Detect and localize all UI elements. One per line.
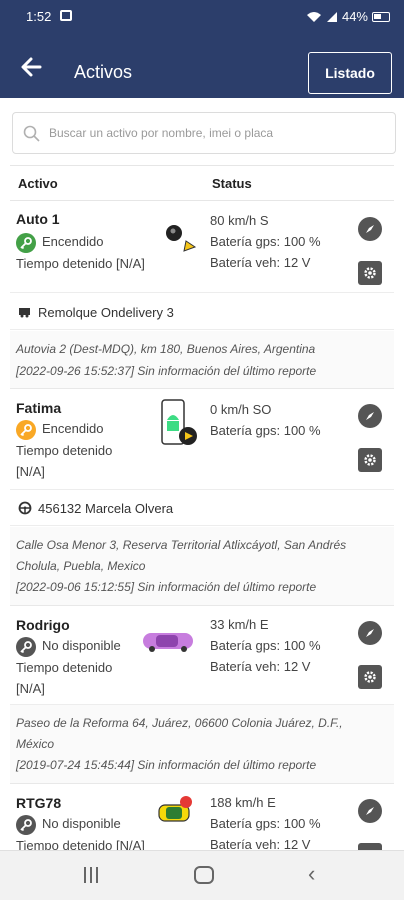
settings-gear-icon[interactable] <box>358 843 382 850</box>
camera-device-icon <box>166 225 197 252</box>
address-line2: Cholula, Puebla, Mexico <box>16 559 146 573</box>
asset-row[interactable]: Fatima Encendido Tiempo detenido [N/A] 0… <box>10 390 394 490</box>
asset-name: Rodrigo <box>16 617 70 633</box>
veh-battery: Batería veh: 12 V <box>210 659 311 674</box>
steering-wheel-icon <box>18 501 32 515</box>
app-bar: Activos Listado <box>0 34 404 98</box>
asset-speed: 188 km/h E <box>210 795 276 810</box>
stopped-time: Tiempo detenido <box>16 443 113 458</box>
driver-info: 456132 Marcela Olvera <box>10 490 394 526</box>
stopped-value: [N/A] <box>16 464 45 479</box>
gps-battery: Batería gps: 100 % <box>210 638 321 653</box>
address-block: Paseo de la Reforma 64, Juárez, 06600 Co… <box>10 705 394 784</box>
address-line1: Paseo de la Reforma 64, Juárez, 06600 Co… <box>16 716 343 730</box>
search-input[interactable]: Buscar un activo por nombre, imei o plac… <box>12 112 396 154</box>
asset-name: RTG78 <box>16 795 62 811</box>
report-text: [2022-09-06 15:12:55] Sin información de… <box>16 580 317 594</box>
status-bar: 1:52 44% <box>0 0 404 34</box>
compass-icon[interactable] <box>358 404 382 428</box>
settings-gear-icon[interactable] <box>358 448 382 472</box>
trailer-info: Remolque Ondelivery 3 <box>10 294 394 330</box>
stopped-time: Tiempo detenido <box>16 660 113 675</box>
key-icon <box>16 420 36 440</box>
android-device-icon <box>161 399 197 445</box>
page-title: Activos <box>74 62 133 82</box>
wifi-icon <box>306 11 321 22</box>
car-icon <box>143 633 193 652</box>
search-icon <box>23 125 40 142</box>
gps-battery: Batería gps: 100 % <box>210 423 321 438</box>
home-icon[interactable] <box>194 866 214 884</box>
gps-battery: Batería gps: 100 % <box>210 234 321 249</box>
address-text: Autovia 2 (Dest-MDQ), km 180, Buenos Air… <box>16 342 316 356</box>
listado-button[interactable]: Listado <box>308 52 392 94</box>
asset-speed: 80 km/h S <box>210 213 269 228</box>
asset-row[interactable]: Rodrigo No disponible Tiempo detenido [N… <box>10 607 394 705</box>
trailer-icon <box>19 308 30 318</box>
address-line2: México <box>16 737 55 751</box>
compass-icon[interactable] <box>358 217 382 241</box>
stopped-time: Tiempo detenido [N/A] <box>16 256 145 271</box>
report-text: [2022-09-26 15:52:37] Sin información de… <box>16 364 317 378</box>
veh-battery: Batería veh: 12 V <box>210 255 311 270</box>
asset-name: Fatima <box>16 400 62 416</box>
report-text: [2019-07-24 15:45:44] Sin información de… <box>16 758 317 772</box>
col-activo: Activo <box>18 176 58 191</box>
asset-speed: 33 km/h E <box>210 617 269 632</box>
signal-icon <box>326 11 337 22</box>
address-line1: Calle Osa Menor 3, Reserva Territorial A… <box>16 538 347 552</box>
asset-row[interactable]: Auto 1 Encendido Tiempo detenido [N/A] 8… <box>10 201 394 293</box>
status-right: 44% <box>306 9 390 24</box>
settings-gear-icon[interactable] <box>358 665 382 689</box>
gallery-icon <box>60 10 72 21</box>
status-time: 1:52 <box>26 9 52 24</box>
settings-gear-icon[interactable] <box>358 261 382 285</box>
search-placeholder: Buscar un activo por nombre, imei o plac… <box>49 126 274 140</box>
compass-icon[interactable] <box>358 799 382 823</box>
asset-speed: 0 km/h SO <box>210 402 272 417</box>
key-icon <box>16 233 36 253</box>
battery-icon <box>372 11 390 22</box>
driver-name: 456132 Marcela Olvera <box>38 501 174 516</box>
battery-percent: 44% <box>341 9 368 24</box>
key-icon <box>16 637 36 657</box>
asset-name: Auto 1 <box>16 211 60 227</box>
stopped-value: [N/A] <box>16 681 45 696</box>
gps-battery: Batería gps: 100 % <box>210 816 321 831</box>
table-header: Activo Status <box>10 165 394 201</box>
asset-state: Encendido <box>42 421 104 436</box>
asset-row[interactable]: RTG78 No disponible Tiempo detenido [N/A… <box>10 785 394 850</box>
address-block: Calle Osa Menor 3, Reserva Territorial A… <box>10 527 394 606</box>
asset-state: Encendido <box>42 234 104 249</box>
trailer-name: Remolque Ondelivery 3 <box>38 305 174 320</box>
compass-icon[interactable] <box>358 621 382 645</box>
key-icon <box>16 815 36 835</box>
veh-battery: Batería veh: 12 V <box>210 837 311 850</box>
recent-apps-icon[interactable] <box>82 867 100 883</box>
asset-state: No disponible <box>42 638 121 653</box>
address-block: Autovia 2 (Dest-MDQ), km 180, Buenos Air… <box>10 331 394 389</box>
arrow-left-icon[interactable] <box>16 52 46 82</box>
asset-state: No disponible <box>42 816 121 831</box>
system-nav-bar: ‹ <box>0 850 404 900</box>
taxi-icon <box>158 796 192 822</box>
col-status: Status <box>212 176 252 191</box>
nav-back-icon[interactable]: ‹ <box>308 861 315 887</box>
stopped-time: Tiempo detenido [N/A] <box>16 838 145 850</box>
